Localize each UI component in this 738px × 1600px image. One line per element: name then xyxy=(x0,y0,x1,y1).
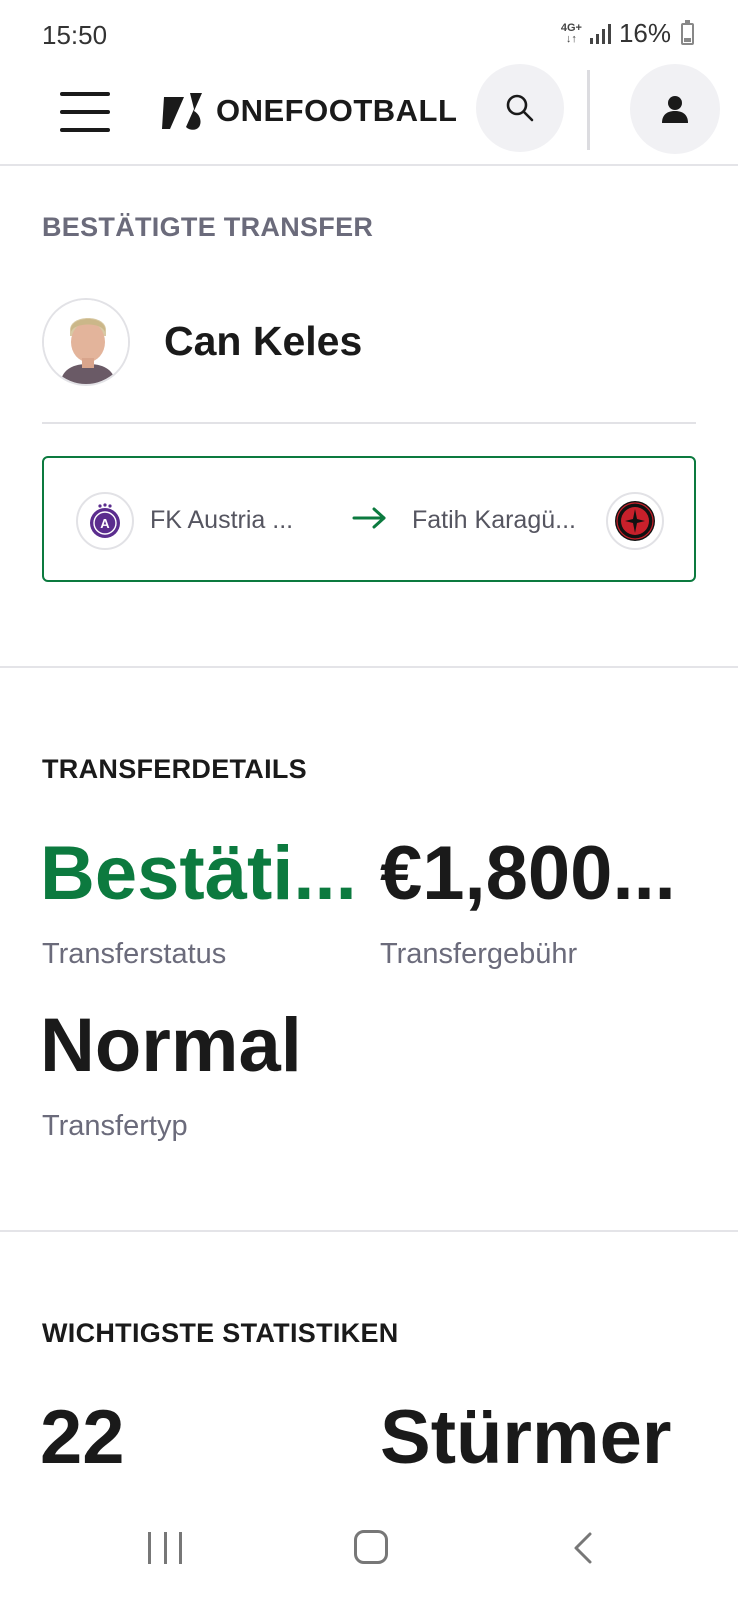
section-divider xyxy=(0,666,738,668)
header-divider xyxy=(587,70,590,150)
transfer-fee-caption: Transfergebühr xyxy=(380,938,578,970)
transfer-status-value: Bestäti... xyxy=(40,831,357,916)
player-photo xyxy=(44,300,128,384)
stat-position-value: Stürmer xyxy=(380,1395,672,1480)
battery-percent: 16% xyxy=(618,18,671,48)
transfer-type-caption: Transfertyp xyxy=(42,1110,188,1142)
battery-icon xyxy=(681,19,694,45)
search-icon xyxy=(506,94,534,122)
search-button[interactable] xyxy=(476,64,564,152)
transfer-fee-value: €1,800... xyxy=(380,831,676,916)
back-icon[interactable] xyxy=(566,1530,602,1566)
transfer-type-value: Normal xyxy=(40,1003,302,1088)
stat-age-value: 22 xyxy=(40,1395,125,1480)
profile-button[interactable] xyxy=(630,64,720,154)
brand-name: ONEFOOTBALL xyxy=(216,93,458,128)
transfer-route-card[interactable]: A FK Austria ... Fatih Karagü... xyxy=(42,456,696,582)
home-icon[interactable] xyxy=(354,1530,388,1564)
key-stats-heading: WICHTIGSTE STATISTIKEN xyxy=(42,1318,399,1348)
recent-apps-icon[interactable] xyxy=(148,1532,182,1564)
network-type-icon: 4G+ ↓↑ xyxy=(560,21,582,45)
divider xyxy=(42,422,696,424)
to-club-logo xyxy=(606,492,664,550)
brand-logo[interactable]: ONEFOOTBALL xyxy=(160,86,457,136)
player-name[interactable]: Can Keles xyxy=(164,318,362,365)
signal-icon xyxy=(589,23,611,44)
svg-text:A: A xyxy=(100,516,110,531)
section-divider xyxy=(0,1230,738,1232)
confirmed-transfer-label: BESTÄTIGTE TRANSFER xyxy=(42,212,374,242)
app-header: ONEFOOTBALL xyxy=(0,62,738,166)
player-avatar[interactable] xyxy=(42,298,130,386)
fatih-karagumruk-crest-icon xyxy=(615,501,655,541)
hamburger-menu-icon[interactable] xyxy=(60,92,110,132)
from-club-name: FK Austria ... xyxy=(150,506,294,534)
status-bar: 15:50 4G+ ↓↑ 16% xyxy=(0,0,738,62)
transfer-details-heading: TRANSFERDETAILS xyxy=(42,754,307,784)
arrow-right-icon xyxy=(352,507,386,529)
to-club-name: Fatih Karagü... xyxy=(412,506,576,534)
system-nav-bar xyxy=(0,1500,738,1600)
austria-wien-crest-icon: A xyxy=(90,503,120,538)
from-club-logo: A xyxy=(76,492,134,550)
onefootball-logo-icon xyxy=(162,93,202,130)
status-time: 15:50 xyxy=(42,20,108,50)
user-icon xyxy=(662,96,688,123)
transfer-status-caption: Transferstatus xyxy=(42,938,227,970)
status-icons: 4G+ ↓↑ 16% xyxy=(561,18,694,49)
